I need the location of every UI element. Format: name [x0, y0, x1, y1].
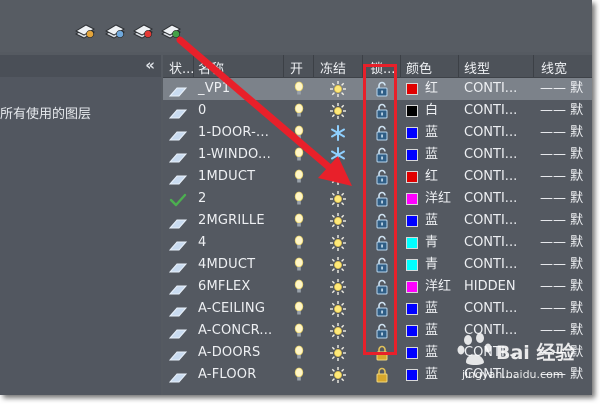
layer-properties-manager: « 所有使用的图层 状...名称开冻结锁...颜色线型线宽 _VP1红CONTI… [0, 0, 592, 395]
baidu-paw-icon [457, 333, 492, 365]
screenshot-frame: « 所有使用的图层 状...名称开冻结锁...颜色线型线宽 _VP1红CONTI… [0, 0, 600, 404]
watermark-text: Bai 经验 [496, 342, 575, 364]
watermark-url: jingyan.baidu.com [462, 368, 564, 381]
baidu-watermark: Bai 经验 jingyan.baidu.com [452, 330, 592, 395]
